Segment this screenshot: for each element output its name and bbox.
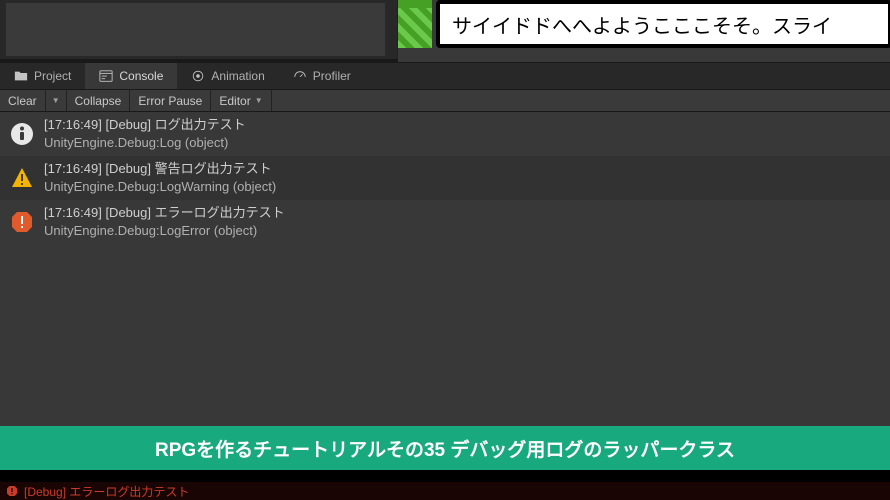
warning-icon [10,166,34,190]
console-toolbar: Clear ▼ Collapse Error Pause Editor ▼ [0,90,890,112]
title-banner-text: RPGを作るチュートリアルその35 デバッグ用ログのラッパークラス [155,435,735,462]
log-entry[interactable]: [17:16:49] [Debug] エラーログ出力テスト UnityEngin… [0,200,890,244]
console-icon [99,69,113,83]
chevron-down-icon: ▼ [255,96,263,105]
log-primary: [17:16:49] [Debug] 警告ログ出力テスト [44,160,276,178]
log-text: [17:16:49] [Debug] ログ出力テスト UnityEngine.D… [44,116,246,152]
console-log-list: [17:16:49] [Debug] ログ出力テスト UnityEngine.D… [0,112,890,244]
log-primary: [17:16:49] [Debug] ログ出力テスト [44,116,246,134]
tab-project[interactable]: Project [0,63,85,89]
game-dialog-box: サイイドドへへよようこここそそ。スライ [436,0,890,48]
tab-profiler[interactable]: Profiler [279,63,365,89]
info-icon [10,122,34,146]
error-pause-button-label: Error Pause [138,94,202,108]
log-text: [17:16:49] [Debug] エラーログ出力テスト UnityEngin… [44,204,285,240]
project-panel-preview [0,0,398,62]
editor-dropdown[interactable]: Editor ▼ [211,90,271,111]
game-dialog-text: サイイドドへへよようこここそそ。スライ [452,10,832,39]
title-banner: RPGを作るチュートリアルその35 デバッグ用ログのラッパークラス [0,426,890,470]
error-pause-button[interactable]: Error Pause [130,90,211,111]
clear-button[interactable]: Clear [0,90,46,111]
log-secondary: UnityEngine.Debug:LogError (object) [44,222,285,240]
clear-dropdown[interactable]: ▼ [46,90,67,111]
chevron-down-icon: ▼ [52,96,60,105]
game-tilemap-grass [398,0,432,48]
tab-project-label: Project [34,69,71,83]
profiler-icon [293,69,307,83]
log-secondary: UnityEngine.Debug:LogWarning (object) [44,178,276,196]
editor-dropdown-label: Editor [219,94,250,108]
error-icon [10,210,34,234]
folder-icon [14,69,28,83]
collapse-button[interactable]: Collapse [67,90,131,111]
status-bar[interactable]: [Debug] エラーログ出力テスト [0,482,890,500]
tab-console-label: Console [119,69,163,83]
clear-button-label: Clear [8,94,37,108]
tab-animation[interactable]: Animation [177,63,278,89]
status-bar-text: [Debug] エラーログ出力テスト [24,483,189,500]
log-entry[interactable]: [17:16:49] [Debug] 警告ログ出力テスト UnityEngine… [0,156,890,200]
log-text: [17:16:49] [Debug] 警告ログ出力テスト UnityEngine… [44,160,276,196]
panel-tabs: Project Console Animation Profiler [0,62,890,90]
collapse-button-label: Collapse [75,94,122,108]
tab-profiler-label: Profiler [313,69,351,83]
log-primary: [17:16:49] [Debug] エラーログ出力テスト [44,204,285,222]
animation-icon [191,69,205,83]
tab-console[interactable]: Console [85,63,177,89]
log-entry[interactable]: [17:16:49] [Debug] ログ出力テスト UnityEngine.D… [0,112,890,156]
game-view: サイイドドへへよようこここそそ。スライ [398,0,890,62]
tab-animation-label: Animation [211,69,264,83]
log-secondary: UnityEngine.Debug:Log (object) [44,134,246,152]
error-icon [6,485,18,497]
separator-bar [0,470,890,482]
